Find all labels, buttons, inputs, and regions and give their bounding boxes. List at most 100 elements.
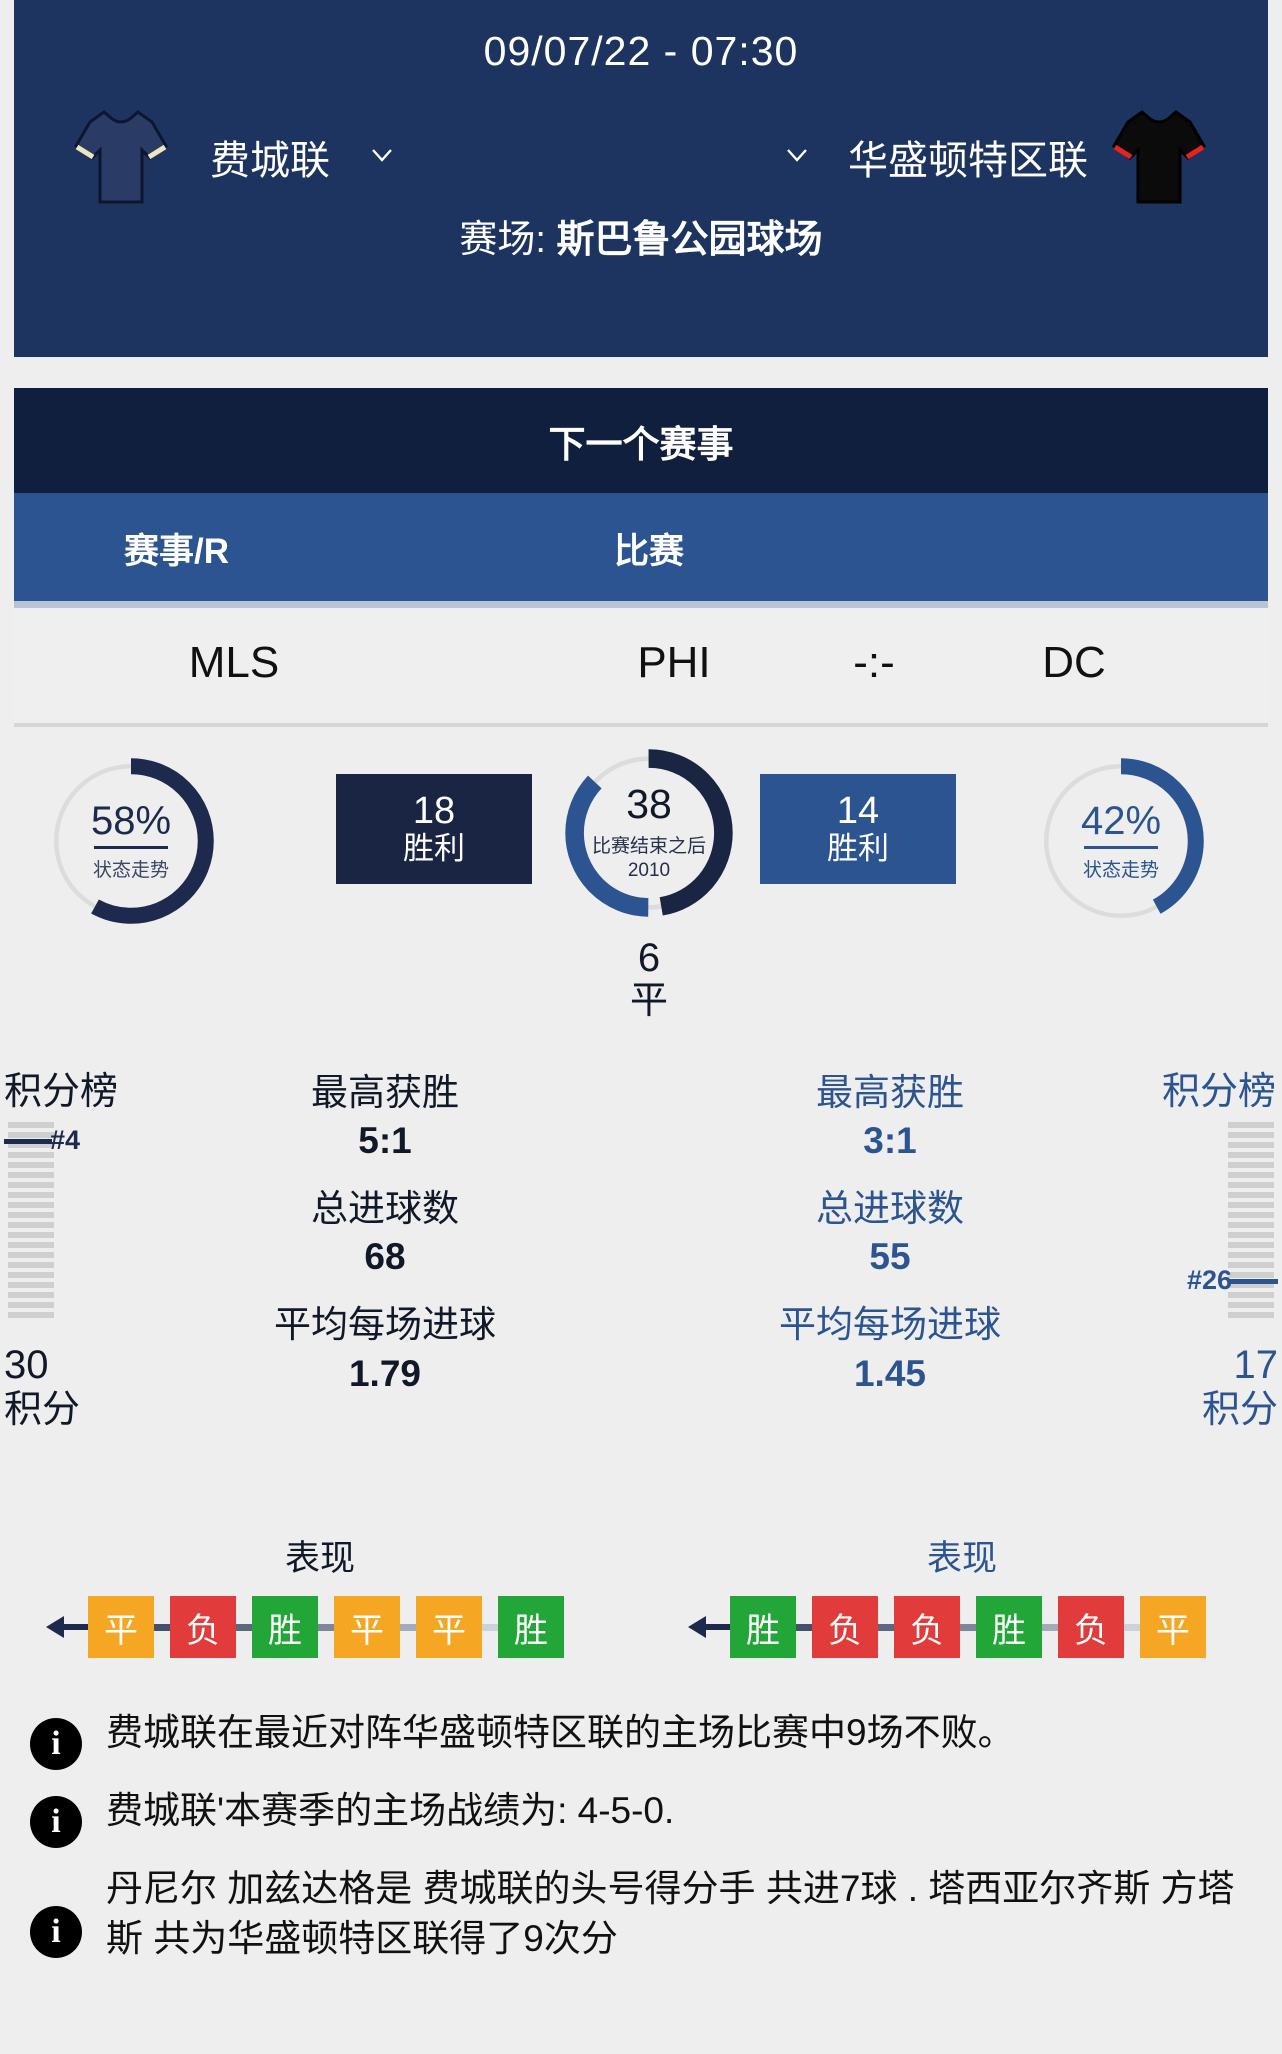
home-wins-value: 18	[412, 790, 456, 832]
head-to-head-donuts: 58% 状态走势 18 胜利 38 比赛结束之后 2010 14 胜利 42% …	[0, 740, 1282, 1070]
match-preview-page: 09/07/22 - 07:30 费城联 华盛顿特区联 赛场: 斯巴鲁公园球场 …	[0, 0, 1282, 2054]
ladder-bar	[1228, 1252, 1274, 1258]
home-form-cell-0: 平	[88, 1596, 154, 1658]
note-item: i 丹尼尔 加兹达格是 费城联的头号得分手 共进7球 . 塔西亚尔齐斯 方塔斯 …	[0, 1856, 1282, 1972]
column-header-event: 赛事/R	[124, 532, 230, 571]
ladder-bar	[8, 1232, 54, 1238]
row-separator	[14, 723, 1268, 727]
away-stats-column: 最高获胜 3:1 总进球数 55 平均每场进球 1.45	[720, 1070, 1060, 1419]
ladder-bar	[1228, 1202, 1274, 1208]
ladder-bar	[1228, 1162, 1274, 1168]
form-section: 表现 平 负 胜 平 平 胜 表现 胜 负 负 胜 负 平	[0, 1530, 1282, 1690]
home-form-donut-chart: 58% 状态走势	[42, 752, 220, 930]
note-text-2: 丹尼尔 加兹达格是 费城联的头号得分手 共进7球 . 塔西亚尔齐斯 方塔斯 共为…	[106, 1868, 1235, 1959]
draws-value: 6	[637, 936, 661, 980]
away-team-chevron-down-icon[interactable]	[784, 142, 810, 168]
next-event-row[interactable]: MLS PHI -:- DC	[14, 608, 1268, 723]
away-form-arrow-left-icon	[688, 1612, 732, 1642]
home-form-title: 表现	[284, 1539, 355, 1578]
home-form-cell-3: 平	[334, 1596, 400, 1658]
ladder-bar	[8, 1192, 54, 1198]
match-header-card: 09/07/22 - 07:30 费城联 华盛顿特区联 赛场: 斯巴鲁公园球场	[14, 0, 1268, 357]
teams-row: 费城联 华盛顿特区联	[14, 96, 1268, 206]
home-form-cell-1: 负	[170, 1596, 236, 1658]
ladder-bar	[1228, 1142, 1274, 1148]
ladder-bar	[1228, 1152, 1274, 1158]
away-form-divider	[1084, 845, 1158, 849]
note-text-0: 费城联在最近对阵华盛顿特区联的主场比赛中9场不败。	[106, 1712, 1015, 1753]
home-points-label: 积分	[4, 1389, 81, 1431]
home-form-conn-4	[482, 1623, 498, 1631]
total-matches-since-year: 2010	[627, 860, 671, 881]
venue-label: 赛场:	[459, 219, 546, 261]
away-points-label: 积分	[1201, 1389, 1278, 1431]
away-team-name[interactable]: 华盛顿特区联	[848, 128, 1088, 186]
note-item: i 费城联在最近对阵华盛顿特区联的主场比赛中9场不败。	[0, 1700, 1282, 1778]
home-standings-widget: 积分榜 #4 30 积分	[0, 1070, 160, 1520]
home-points-block: 30 积分	[4, 1342, 144, 1434]
away-form-cell-1: 负	[812, 1596, 878, 1658]
ladder-bar	[1228, 1122, 1274, 1128]
ladder-bar	[8, 1302, 54, 1308]
home-stat-label-2: 平均每场进球	[274, 1304, 496, 1346]
ladder-bar	[8, 1272, 54, 1278]
home-team-chevron-down-icon[interactable]	[369, 142, 395, 168]
away-form-title: 表现	[926, 1539, 997, 1578]
ladder-bar	[1228, 1192, 1274, 1198]
away-form-cell-2: 负	[894, 1596, 960, 1658]
away-stat-value-2: 1.45	[853, 1352, 926, 1394]
draws-block: 6 平	[556, 936, 742, 1024]
away-jersey-icon	[1104, 102, 1214, 208]
away-rank-line-icon	[1230, 1279, 1278, 1285]
ladder-bar	[8, 1282, 54, 1288]
ladder-bar	[8, 1312, 54, 1318]
away-standings-title: 积分榜	[1161, 1071, 1276, 1113]
notes-section: i 费城联在最近对阵华盛顿特区联的主场比赛中9场不败。 i 费城联'本赛季的主场…	[0, 1700, 1282, 1972]
home-standings-title: 积分榜	[4, 1071, 119, 1113]
draws-caption: 平	[629, 980, 668, 1022]
home-stat-value-0: 5:1	[358, 1120, 412, 1162]
away-stat-value-0: 3:1	[863, 1120, 917, 1162]
stats-comparison: 积分榜 #4 30 积分 最高获胜 5:1 总进球数 68 平均每场进球 1.7…	[0, 1070, 1282, 1520]
home-points-value: 30	[4, 1343, 49, 1387]
home-form-arrow-left-icon	[46, 1612, 90, 1642]
away-wins-caption: 胜利	[827, 830, 889, 866]
away-form-group: 表现 胜 负 负 胜 负 平	[672, 1530, 1252, 1661]
ladder-bar	[8, 1252, 54, 1258]
away-form-conn-2	[960, 1623, 976, 1631]
away-points-block: 17 积分	[1138, 1342, 1278, 1434]
venue-name: 斯巴鲁公园球场	[556, 219, 823, 261]
home-form-conn-1	[236, 1623, 252, 1631]
home-stat-label-1: 总进球数	[311, 1188, 459, 1230]
home-team-name[interactable]: 费城联	[210, 128, 330, 186]
info-icon: i	[30, 1796, 82, 1848]
ladder-bar	[8, 1212, 54, 1218]
ladder-bar	[1228, 1302, 1274, 1308]
home-standings-rank: #4	[4, 1125, 80, 1156]
match-datetime: 09/07/22 - 07:30	[483, 28, 799, 74]
ladder-bar	[1228, 1182, 1274, 1188]
home-stat-label-0: 最高获胜	[311, 1072, 459, 1113]
home-form-cell-2: 胜	[252, 1596, 318, 1658]
row-league: MLS	[188, 638, 280, 687]
row-score: -:-	[853, 638, 895, 687]
home-form-conn-2	[318, 1623, 334, 1631]
ladder-bar	[8, 1162, 54, 1168]
ladder-bar	[8, 1242, 54, 1248]
note-text-1: 费城联'本赛季的主场战绩为: 4-5-0.	[106, 1790, 675, 1831]
away-form-cell-5: 平	[1140, 1596, 1206, 1658]
ladder-bar	[1228, 1212, 1274, 1218]
ladder-bar	[1228, 1222, 1274, 1228]
home-wins-box: 18 胜利	[336, 774, 532, 884]
info-icon: i	[30, 1906, 82, 1958]
home-form-value: 58%	[90, 798, 172, 843]
ladder-bar	[1228, 1132, 1274, 1138]
home-stats-column: 最高获胜 5:1 总进球数 68 平均每场进球 1.79	[215, 1070, 555, 1419]
ladder-bar	[1228, 1312, 1274, 1318]
home-wins-caption: 胜利	[403, 830, 465, 866]
home-jersey-icon	[66, 102, 176, 208]
away-form-conn-4	[1124, 1623, 1140, 1631]
ladder-bar	[8, 1222, 54, 1228]
away-stat-label-0: 最高获胜	[816, 1072, 964, 1113]
home-form-caption: 状态走势	[92, 859, 169, 881]
